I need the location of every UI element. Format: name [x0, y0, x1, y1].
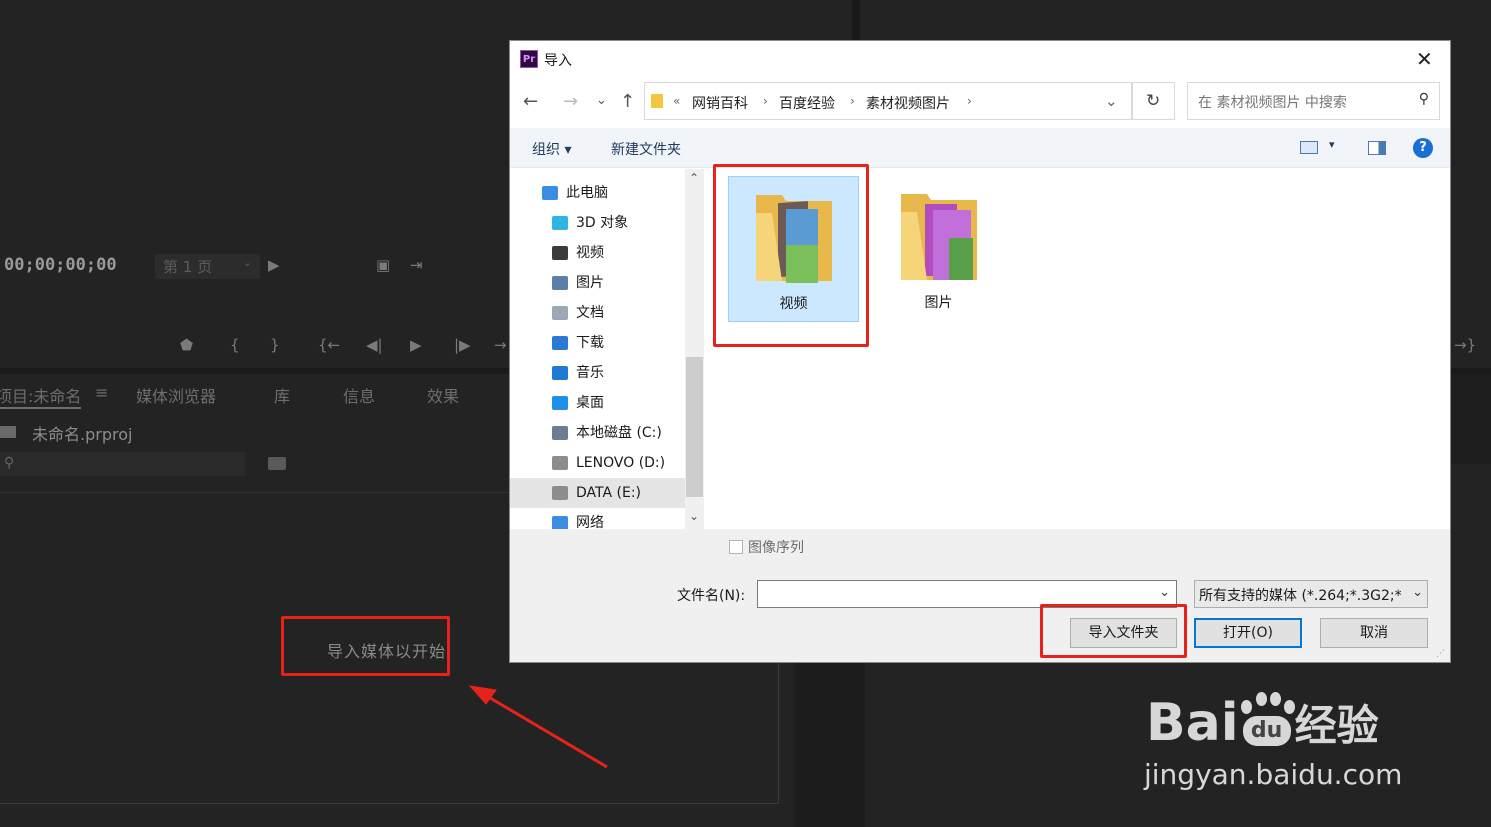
dialog-bottom-area: 图像序列 文件名(N): ⌄ 所有支持的媒体 (*.264;*.3G2;* ⌄ … — [510, 529, 1450, 662]
import-dialog: Pr 导入 ✕ ← → ⌄ ↑ « 网销百科 › 百度经验 › 素材视频图片 ›… — [509, 40, 1451, 663]
refresh-icon: ↻ — [1146, 91, 1161, 111]
pictures-folder-icon — [900, 194, 977, 280]
nav-tree-label: 桌面 — [576, 395, 604, 411]
nav-tree-item[interactable]: DATA (E:) — [510, 478, 704, 508]
filetype-select[interactable]: 所有支持的媒体 (*.264;*.3G2;* ⌄ — [1194, 580, 1428, 608]
image-sequence-checkbox[interactable] — [729, 540, 743, 554]
nav-tree-item[interactable]: 桌面 — [510, 388, 704, 418]
nav-tree-label: 下载 — [576, 335, 604, 351]
view-options-icon[interactable] — [1300, 141, 1318, 154]
chevron-right-icon: › — [850, 94, 855, 108]
view-dropdown-icon[interactable]: ▾ — [1329, 138, 1335, 151]
nav-tree-item[interactable]: 3D 对象 — [510, 208, 704, 238]
search-input[interactable]: 在 素材视频图片 中搜索 ⚲ — [1187, 82, 1440, 120]
scroll-down-icon[interactable]: ⌄ — [689, 509, 699, 523]
address-bar[interactable]: « 网销百科 › 百度经验 › 素材视频图片 › ⌄ — [644, 82, 1132, 120]
nav-tree-item[interactable]: 音乐 — [510, 358, 704, 388]
image-sequence-label: 图像序列 — [748, 540, 804, 556]
nav-tree-item[interactable]: 图片 — [510, 268, 704, 298]
download-icon — [552, 336, 568, 350]
nav-tree-label: 本地磁盘 (C:) — [576, 425, 662, 441]
command-bar: 组织 ▾ 新建文件夹 ▾ ? — [510, 128, 1450, 168]
nav-tree-label: 网络 — [576, 515, 604, 529]
filename-label: 文件名(N): — [677, 588, 746, 604]
highlight-box-import-folder — [1040, 604, 1187, 658]
drive-icon — [552, 456, 568, 470]
organize-button[interactable]: 组织 ▾ — [532, 139, 571, 159]
up-arrow-icon[interactable]: ↑ — [620, 91, 635, 112]
chevron-down-icon: ⌄ — [1412, 585, 1423, 600]
folder-tile-pictures[interactable]: 图片 — [873, 176, 1004, 322]
folder-name: 图片 — [924, 295, 953, 311]
pictures-icon — [552, 276, 568, 290]
scroll-thumb[interactable] — [686, 357, 703, 497]
filetype-value: 所有支持的媒体 (*.264;*.3G2;* — [1199, 588, 1402, 604]
drive-c-icon — [552, 426, 568, 440]
nav-tree-label: 图片 — [576, 275, 604, 291]
help-icon[interactable]: ? — [1413, 138, 1433, 158]
desktop-icon — [552, 396, 568, 410]
nav-tree-label: 视频 — [576, 245, 604, 261]
nav-tree-label: 3D 对象 — [576, 215, 629, 231]
nav-tree-label: LENOVO (D:) — [576, 455, 666, 471]
watermark-brand: Bai — [1146, 693, 1239, 753]
nav-scrollbar[interactable]: ⌃ ⌄ — [685, 169, 704, 529]
breadcrumb-item[interactable]: 百度经验 — [779, 93, 835, 113]
preview-pane-icon[interactable] — [1368, 141, 1386, 155]
nav-tree-item[interactable]: 本地磁盘 (C:) — [510, 418, 704, 448]
breadcrumb-item[interactable]: 素材视频图片 — [866, 93, 950, 113]
folder-small-icon — [651, 94, 663, 108]
forward-arrow-icon[interactable]: → — [563, 91, 578, 112]
watermark-du: du — [1242, 716, 1291, 746]
dialog-title-bar: Pr 导入 ✕ — [510, 41, 1450, 79]
breadcrumb-item[interactable]: 网销百科 — [692, 93, 748, 113]
nav-tree-item[interactable]: 此电脑 — [510, 178, 704, 208]
video-icon — [552, 246, 568, 260]
network-icon — [552, 516, 568, 529]
nav-tree-label: 此电脑 — [566, 185, 608, 201]
dialog-title: 导入 — [544, 53, 572, 69]
resize-grip-icon[interactable]: ⋰ — [1436, 649, 1445, 659]
recent-chevron-icon[interactable]: ⌄ — [596, 93, 607, 108]
watermark-logo: Bai du 经验 — [1146, 692, 1379, 754]
search-placeholder: 在 素材视频图片 中搜索 — [1198, 95, 1347, 111]
chevron-right-icon: › — [763, 94, 768, 108]
address-dropdown-icon[interactable]: ⌄ — [1105, 92, 1118, 110]
overflow-chevron-icon[interactable]: « — [673, 94, 680, 108]
open-button[interactable]: 打开(O) — [1194, 618, 1302, 648]
3d-objects-icon — [552, 216, 568, 230]
nav-tree-label: 文档 — [576, 305, 604, 321]
music-icon — [552, 366, 568, 380]
chevron-down-icon: ⌄ — [1159, 585, 1170, 600]
paw-icon: du — [1239, 692, 1295, 746]
chevron-right-icon: › — [967, 94, 972, 108]
search-icon: ⚲ — [1418, 91, 1429, 107]
nav-tree-label: DATA (E:) — [576, 485, 642, 501]
highlight-box-video-folder — [713, 164, 869, 347]
watermark-url: jingyan.baidu.com — [1144, 758, 1403, 791]
scroll-up-icon[interactable]: ⌃ — [689, 171, 699, 185]
nav-tree: 此电脑 3D 对象视频图片文档下载音乐桌面本地磁盘 (C:) LENOVO (D:)… — [510, 169, 704, 529]
nav-tree-item[interactable]: 网络 — [510, 508, 704, 529]
premiere-app-icon: Pr — [520, 50, 538, 68]
close-icon[interactable]: ✕ — [1416, 47, 1433, 71]
nav-tree-item[interactable]: 视频 — [510, 238, 704, 268]
watermark-suffix: 经验 — [1294, 701, 1379, 750]
cancel-button[interactable]: 取消 — [1320, 618, 1428, 648]
nav-tree-item[interactable]: 下载 — [510, 328, 704, 358]
computer-icon — [542, 186, 558, 200]
refresh-button[interactable]: ↻ — [1132, 82, 1175, 120]
nav-tree-item[interactable]: LENOVO (D:) — [510, 448, 704, 478]
back-arrow-icon[interactable]: ← — [523, 91, 538, 112]
documents-icon — [552, 306, 568, 320]
new-folder-button[interactable]: 新建文件夹 — [611, 139, 681, 159]
navigation-pane: 此电脑 3D 对象视频图片文档下载音乐桌面本地磁盘 (C:) LENOVO (D:)… — [510, 169, 704, 529]
nav-tree-label: 音乐 — [576, 365, 604, 381]
drive-icon — [552, 486, 568, 500]
nav-tree-item[interactable]: 文档 — [510, 298, 704, 328]
